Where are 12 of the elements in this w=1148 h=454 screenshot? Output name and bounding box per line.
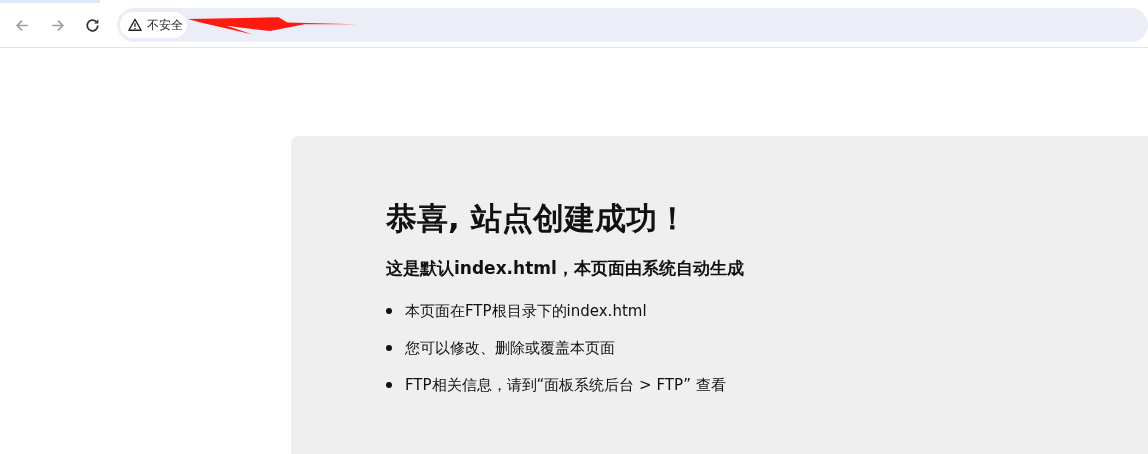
security-label: 不安全 [147,16,183,34]
bullet-dot [386,382,392,388]
page-subtitle: 这是默认index.html，本页面由系统自动生成 [386,257,745,280]
list-item: 本页面在FTP根目录下的index.html [405,301,647,322]
reload-icon[interactable] [84,16,101,34]
list-item: FTP相关信息，请到“面板系统后台 > FTP” 查看 [405,375,726,396]
list-item: 您可以修改、删除或覆盖本页面 [405,338,615,359]
bullet-dot [386,308,392,314]
page-title: 恭喜, 站点创建成功！ [386,199,689,238]
warning-icon [128,18,142,32]
bullet-dot [386,345,392,351]
address-bar[interactable]: 不安全 [117,8,1148,42]
